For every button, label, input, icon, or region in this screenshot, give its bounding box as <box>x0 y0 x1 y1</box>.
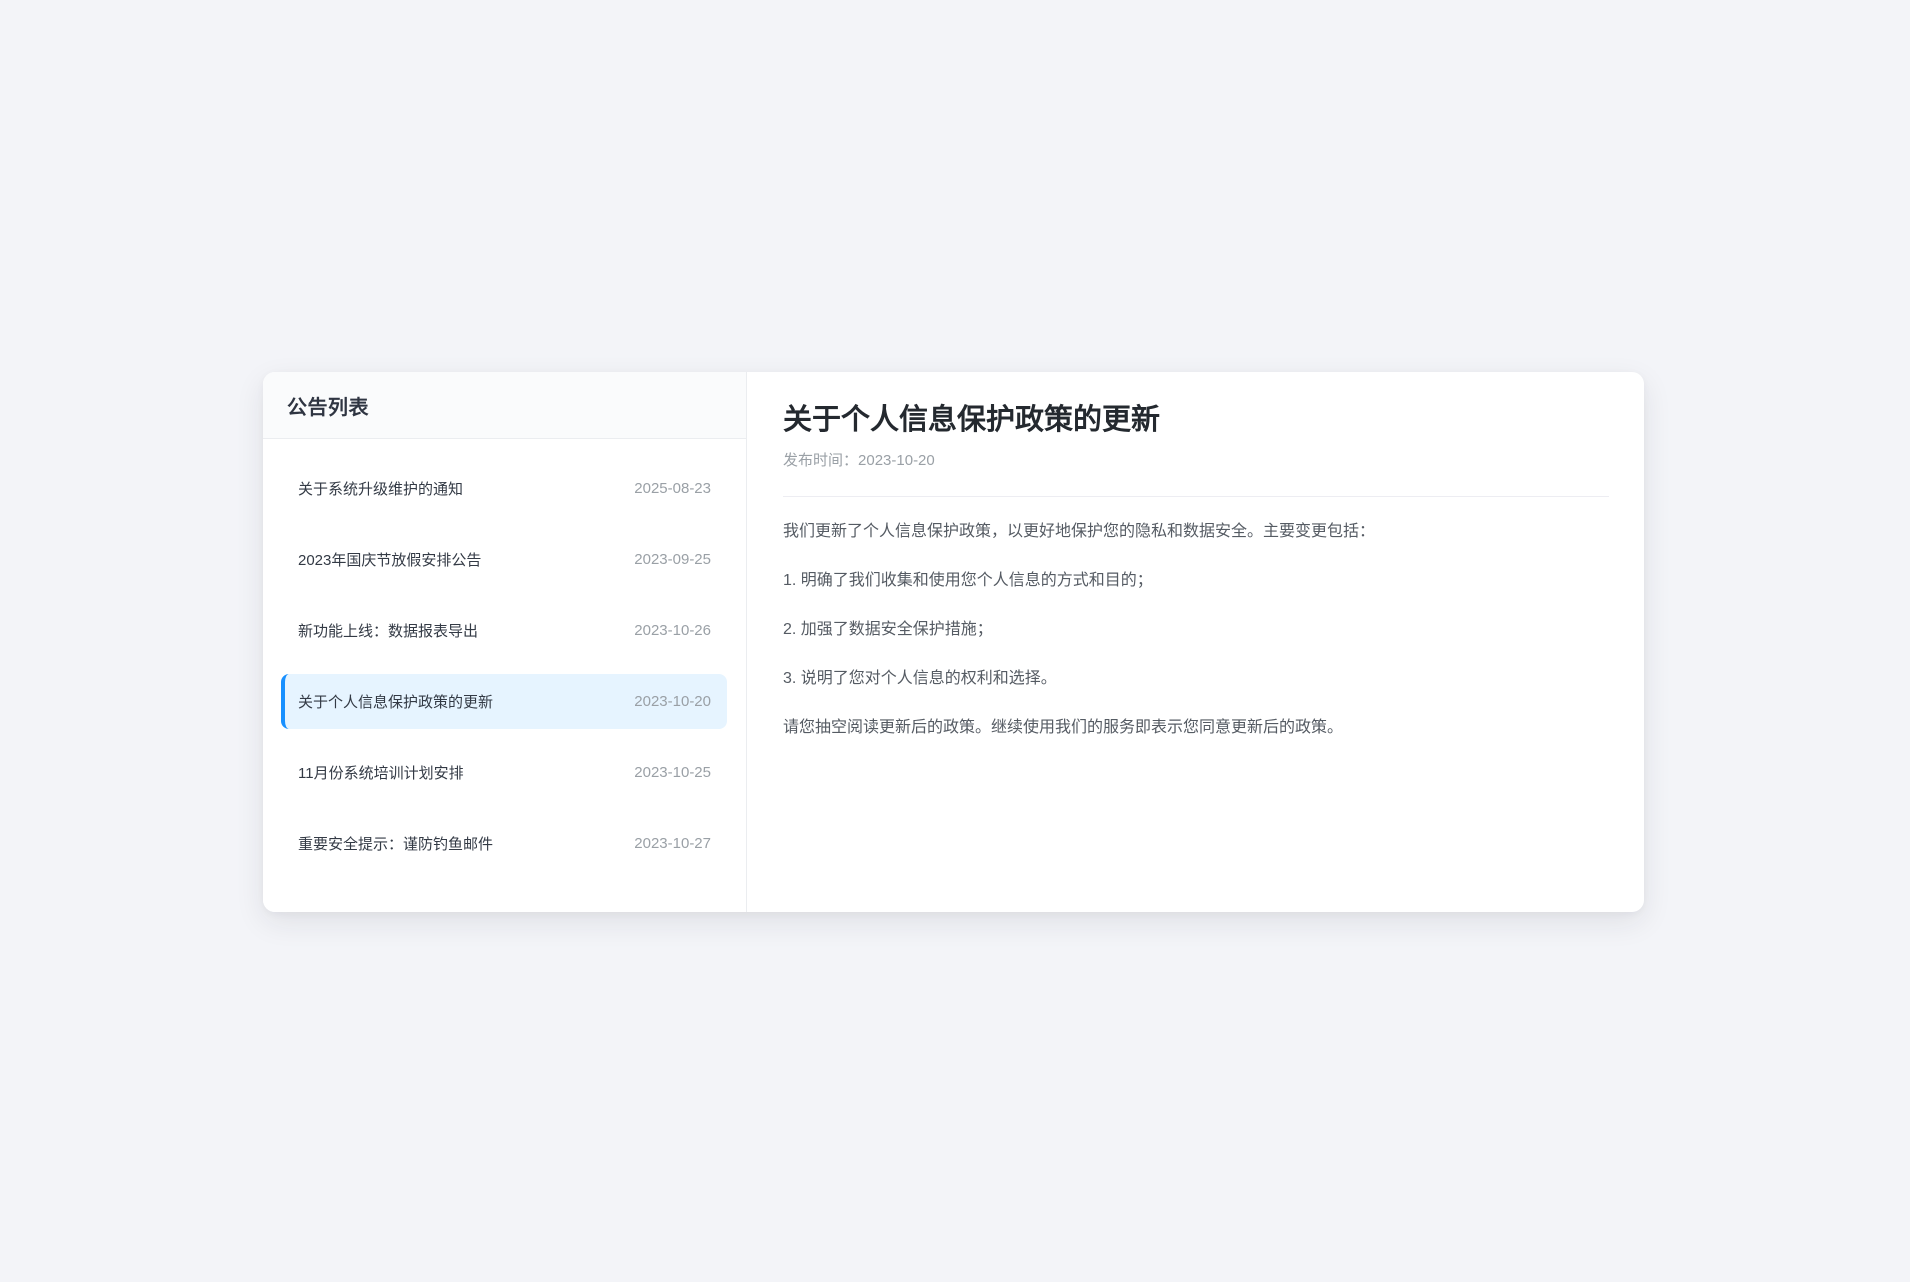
detail-paragraph: 3. 说明了您对个人信息的权利和选择。 <box>783 665 1609 693</box>
announcement-item[interactable]: 11月份系统培训计划安排 2023-10-25 <box>281 745 727 800</box>
announcement-item-date: 2023-10-26 <box>634 622 711 639</box>
announcement-item-title: 重要安全提示：谨防钓鱼邮件 <box>298 833 493 854</box>
announcement-item-title: 新功能上线：数据报表导出 <box>298 620 478 641</box>
sidebar-header: 公告列表 <box>263 372 746 439</box>
announcement-item[interactable]: 关于个人信息保护政策的更新 2023-10-20 <box>281 674 727 729</box>
announcement-item-date: 2023-10-20 <box>634 693 711 710</box>
announcement-list: 关于系统升级维护的通知 2025-08-23 2023年国庆节放假安排公告 20… <box>263 439 746 871</box>
announcement-detail-panel: 关于个人信息保护政策的更新 发布时间：2023-10-20 我们更新了个人信息保… <box>747 372 1644 912</box>
announcement-sidebar: 公告列表 关于系统升级维护的通知 2025-08-23 2023年国庆节放假安排… <box>263 372 747 912</box>
announcement-item[interactable]: 关于系统升级维护的通知 2025-08-23 <box>281 461 727 516</box>
announcement-item-date: 2023-10-27 <box>634 835 711 852</box>
sidebar-title: 公告列表 <box>287 391 369 420</box>
publish-time-value: 2023-10-20 <box>858 452 935 469</box>
detail-body: 我们更新了个人信息保护政策，以更好地保护您的隐私和数据安全。主要变更包括： 1.… <box>783 518 1609 742</box>
detail-title: 关于个人信息保护政策的更新 <box>783 401 1609 440</box>
announcement-item-title: 2023年国庆节放假安排公告 <box>298 549 481 570</box>
publish-time-meta: 发布时间：2023-10-20 <box>783 449 1609 470</box>
detail-paragraph: 1. 明确了我们收集和使用您个人信息的方式和目的； <box>783 567 1609 595</box>
announcement-item-date: 2025-08-23 <box>634 480 711 497</box>
detail-paragraph: 请您抽空阅读更新后的政策。继续使用我们的服务即表示您同意更新后的政策。 <box>783 714 1609 742</box>
announcement-item-date: 2023-09-25 <box>634 551 711 568</box>
announcement-item-title: 关于个人信息保护政策的更新 <box>298 691 493 712</box>
announcement-item-date: 2023-10-25 <box>634 764 711 781</box>
announcement-item-title: 11月份系统培训计划安排 <box>298 762 464 783</box>
announcement-item[interactable]: 新功能上线：数据报表导出 2023-10-26 <box>281 603 727 658</box>
detail-paragraph: 我们更新了个人信息保护政策，以更好地保护您的隐私和数据安全。主要变更包括： <box>783 518 1609 546</box>
detail-divider <box>783 496 1609 497</box>
announcement-item[interactable]: 重要安全提示：谨防钓鱼邮件 2023-10-27 <box>281 816 727 871</box>
announcement-item[interactable]: 2023年国庆节放假安排公告 2023-09-25 <box>281 532 727 587</box>
publish-time-label: 发布时间： <box>783 452 858 469</box>
announcement-card: 公告列表 关于系统升级维护的通知 2025-08-23 2023年国庆节放假安排… <box>263 372 1644 912</box>
announcement-item-title: 关于系统升级维护的通知 <box>298 478 463 499</box>
detail-paragraph: 2. 加强了数据安全保护措施； <box>783 616 1609 644</box>
